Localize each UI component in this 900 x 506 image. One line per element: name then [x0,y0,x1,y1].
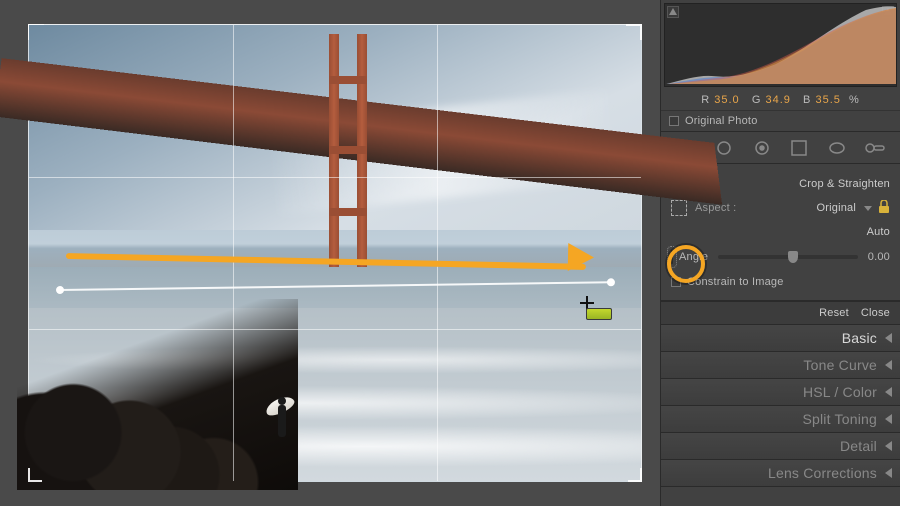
crop-frame[interactable] [28,24,642,482]
collapse-triangle-icon [885,468,892,478]
basic-panel-header[interactable]: Basic [661,325,900,352]
aspect-dropdown[interactable]: Original [816,202,856,214]
detail-panel-header[interactable]: Detail [661,433,900,460]
constrain-checkbox[interactable] [671,277,681,287]
angle-label: Angle [679,251,708,263]
aspect-lock-icon[interactable] [878,200,890,217]
develop-side-panel: R 35.0 G 34.9 B 35.5 % Original Photo To… [660,0,900,506]
redeye-icon[interactable] [751,137,773,159]
graduated-filter-icon[interactable] [788,137,810,159]
chevron-down-icon[interactable] [864,206,872,211]
auto-straighten-button[interactable]: Auto [867,226,890,238]
canvas-area[interactable] [0,0,660,506]
straighten-tool-icon[interactable] [671,250,673,264]
angle-value[interactable]: 0.00 [868,251,890,263]
crop-handle[interactable] [628,468,642,482]
crop-handle[interactable] [28,468,42,482]
constrain-label: Constrain to Image [687,276,784,288]
cursor-level-icon [586,308,612,320]
original-photo-checkbox[interactable] [669,116,679,126]
radial-filter-icon[interactable] [826,137,848,159]
collapse-triangle-icon [885,333,892,343]
collapse-triangle-icon [885,360,892,370]
original-photo-label: Original Photo [685,115,758,127]
slider-thumb[interactable] [788,251,798,263]
collapse-triangle-icon [885,414,892,424]
crop-grid-line [29,177,641,178]
crop-grid-line [29,329,641,330]
spot-removal-icon[interactable] [713,137,735,159]
crop-grid-line [437,25,438,481]
adjustment-brush-icon[interactable] [864,137,886,159]
lens-corrections-panel-header[interactable]: Lens Corrections [661,460,900,487]
panel-footer: Reset Close [661,301,900,325]
reset-button[interactable]: Reset [819,307,849,319]
photo-surfer [271,397,293,445]
collapse-triangle-icon [885,387,892,397]
aspect-icon[interactable] [671,200,687,216]
hsl-color-panel-header[interactable]: HSL / Color [661,379,900,406]
rgb-b-value: 35.5 [815,94,840,106]
original-photo-row[interactable]: Original Photo [661,110,900,132]
split-toning-panel-header[interactable]: Split Toning [661,406,900,433]
photo-rocks [17,299,299,491]
crop-grid-line [233,25,234,481]
tool-name: Crop & Straighten [799,178,890,190]
histogram[interactable] [664,3,897,87]
rgb-r-value: 35.0 [714,94,739,106]
close-button[interactable]: Close [861,307,890,319]
rgb-readout: R 35.0 G 34.9 B 35.5 % [661,90,900,110]
collapse-triangle-icon [885,441,892,451]
angle-slider[interactable] [718,255,858,259]
rgb-g-value: 34.9 [765,94,790,106]
tone-curve-panel-header[interactable]: Tone Curve [661,352,900,379]
